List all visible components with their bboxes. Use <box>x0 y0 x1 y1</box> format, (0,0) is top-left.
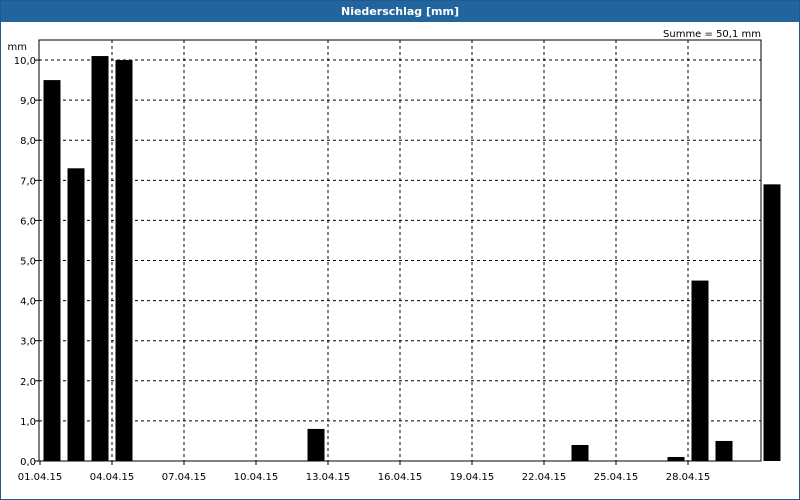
bar <box>43 80 61 461</box>
bar <box>67 168 85 462</box>
bars <box>43 56 781 462</box>
x-tick-label: 04.04.15 <box>90 472 135 483</box>
x-tick-label: 16.04.15 <box>378 472 423 483</box>
y-tick-label: 9,0 <box>20 96 36 107</box>
y-tick-label: 2,0 <box>20 377 36 388</box>
x-tick-label: 22.04.15 <box>522 472 567 483</box>
x-tick-label: 10.04.15 <box>234 472 279 483</box>
y-axis-unit-label: mm <box>8 42 27 53</box>
bar <box>715 440 733 461</box>
y-tick-label: 6,0 <box>20 216 36 227</box>
y-tick-label: 1,0 <box>20 417 36 428</box>
bar <box>115 60 133 462</box>
bar <box>91 56 109 462</box>
y-tick-label: 5,0 <box>20 257 36 268</box>
y-tick-label: 4,0 <box>20 297 36 308</box>
y-tick-label: 7,0 <box>20 176 36 187</box>
y-tick-label: 10,0 <box>14 56 36 67</box>
y-axis: 0,0 1,0 2,0 3,0 4,0 5,0 6,0 7,0 8,0 9,0 10,0 <box>14 56 39 468</box>
bar <box>763 184 781 462</box>
bar <box>691 280 709 461</box>
x-tick-label: 19.04.15 <box>450 472 495 483</box>
bar <box>667 456 685 461</box>
y-tick-label: 0,0 <box>20 457 36 468</box>
precipitation-chart: mm Summe = 50,1 mm 0,0 1,0 2,0 3,0 4,0 5,0 6,0… <box>8 29 781 483</box>
x-tick-label: 01.04.15 <box>18 472 63 483</box>
x-tick-label: 07.04.15 <box>162 472 207 483</box>
x-tick-label: 28.04.15 <box>666 472 711 483</box>
y-tick-label: 3,0 <box>20 337 36 348</box>
x-axis: 01.04.15 04.04.15 07.04.15 10.04.15 13.04.15… <box>18 461 711 483</box>
bar <box>307 428 325 461</box>
y-tick-label: 8,0 <box>20 136 36 147</box>
x-tick-label: 25.04.15 <box>594 472 639 483</box>
sum-annotation: Summe = 50,1 mm <box>663 29 761 40</box>
x-tick-label: 13.04.15 <box>306 472 351 483</box>
bar <box>571 444 589 461</box>
grid-lines <box>39 40 761 461</box>
